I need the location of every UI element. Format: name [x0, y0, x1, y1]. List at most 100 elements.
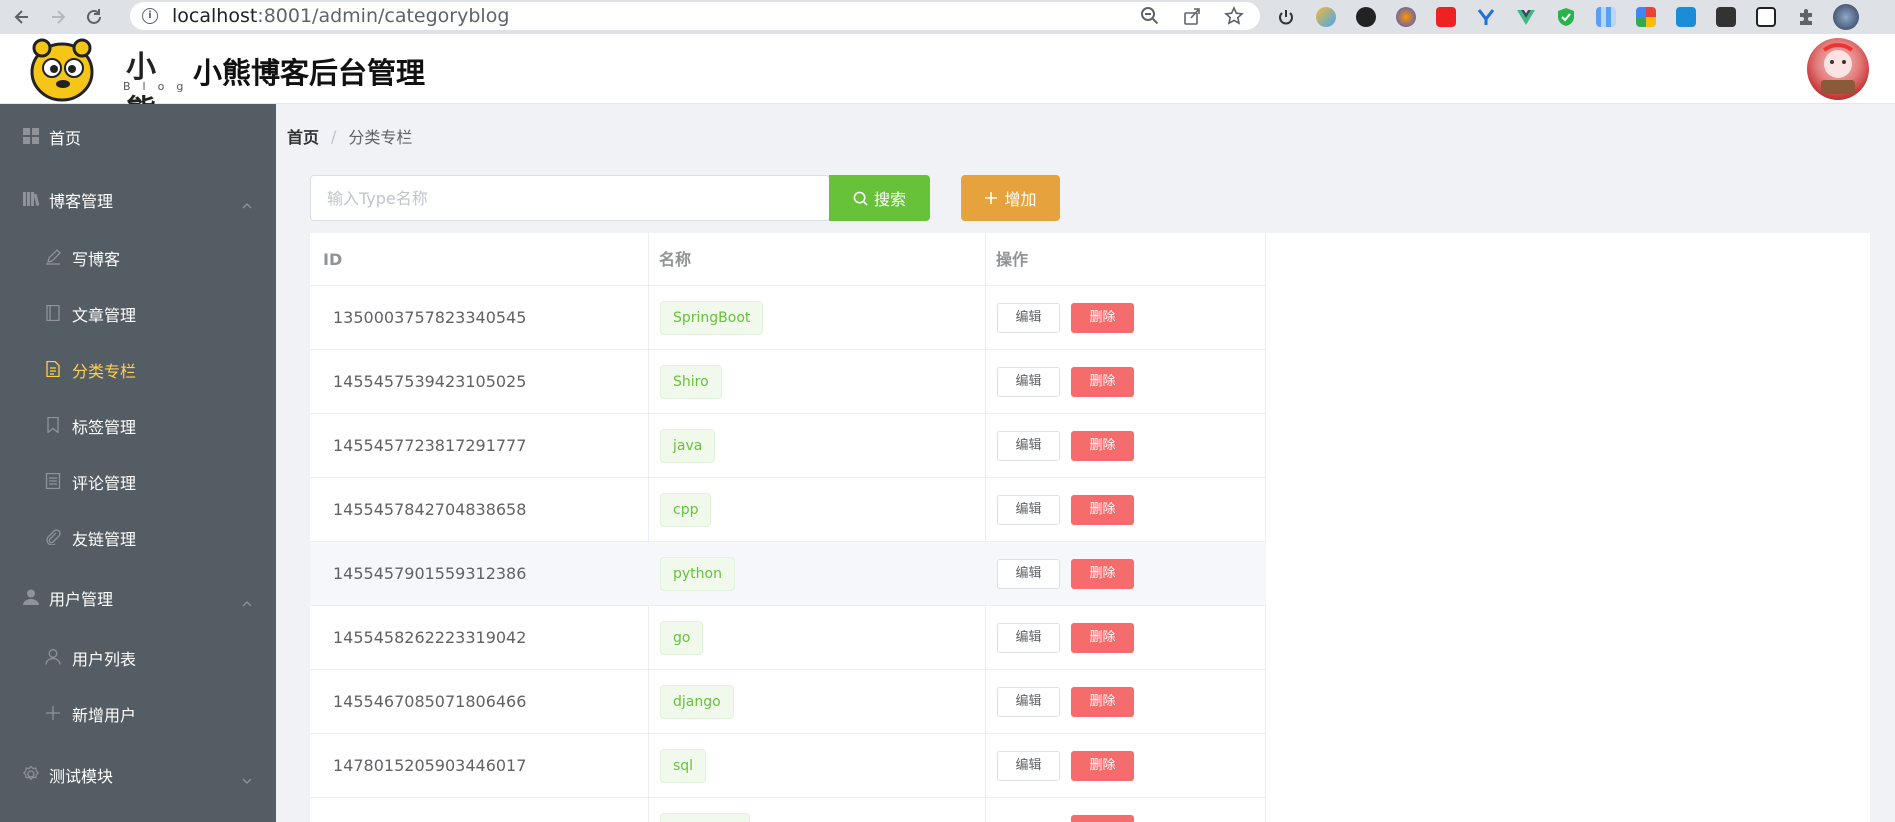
sidebar: 首页 博客管理 写博客 文章管理 分类专栏 标签管理 评论管理 友链管理 用户管…	[0, 104, 276, 822]
add-button-label: 增加	[1004, 192, 1037, 209]
sidebar-item-categories[interactable]: 分类专栏	[0, 342, 276, 398]
delete-button[interactable]: 删除	[1071, 495, 1134, 525]
muse-extension-icon[interactable]	[1752, 3, 1780, 31]
vue-extension-icon[interactable]	[1512, 3, 1540, 31]
table-row[interactable]: 1455457842704838658 cpp 编辑 删除	[310, 478, 1266, 542]
edit-button[interactable]: 编辑	[997, 751, 1060, 781]
delete-button[interactable]: 删除	[1071, 303, 1134, 333]
puzzle-extensions-icon[interactable]	[1792, 3, 1820, 31]
delete-button[interactable]: 删除	[1071, 623, 1134, 653]
delete-button[interactable]: 删除	[1071, 751, 1134, 781]
sidebar-item-user-management[interactable]: 用户管理	[0, 570, 276, 626]
sidebar-item-links[interactable]: 友链管理	[0, 510, 276, 566]
t-extension-icon[interactable]	[1672, 3, 1700, 31]
table-row-partial[interactable]	[310, 798, 1266, 822]
category-tag: SpringBoot	[660, 301, 764, 335]
category-tag: python	[660, 557, 735, 591]
sidebar-item-label: 分类专栏	[72, 362, 137, 381]
sidebar-item-test-module[interactable]: 测试模块	[0, 747, 276, 803]
search-button[interactable]: 搜索	[829, 175, 930, 221]
table-row[interactable]: 1350003757823340545 SpringBoot 编辑 删除	[310, 286, 1266, 350]
edit-button[interactable]: 编辑	[997, 559, 1060, 589]
url-text[interactable]: localhost:8001/admin/categoryblog	[172, 5, 509, 27]
firefox-extension-icon[interactable]	[1392, 3, 1420, 31]
sidebar-item-articles[interactable]: 文章管理	[0, 286, 276, 342]
breadcrumb-home[interactable]: 首页	[287, 124, 319, 148]
grid-extension-icon[interactable]	[1592, 3, 1620, 31]
sidebar-item-label: 测试模块	[49, 767, 114, 786]
plus-icon	[45, 705, 63, 723]
dashboard-icon	[23, 128, 41, 146]
add-button[interactable]: 增加	[961, 175, 1060, 221]
back-icon[interactable]	[8, 3, 36, 31]
power-extension-icon[interactable]	[1272, 3, 1300, 31]
chevron-down-icon	[242, 770, 252, 784]
category-table: ID 名称 操作 1350003757823340545 SpringBoot …	[310, 233, 1870, 822]
column-header-name: 名称	[659, 250, 692, 269]
edit-button[interactable]: 编辑	[997, 303, 1060, 333]
edit-button[interactable]: 编辑	[997, 687, 1060, 717]
forward-icon[interactable]	[44, 3, 72, 31]
category-tag: Shiro	[660, 365, 722, 399]
logo[interactable]: 小熊 Blog	[28, 36, 183, 129]
category-tag-partial	[660, 813, 750, 822]
profile-avatar-icon[interactable]	[1832, 3, 1860, 31]
delete-button[interactable]: 删除	[1071, 431, 1134, 461]
colors-extension-icon[interactable]	[1632, 3, 1660, 31]
sidebar-item-add-user[interactable]: 新增用户	[0, 686, 276, 742]
breadcrumb-separator: /	[331, 126, 337, 146]
check-shield-extension-icon[interactable]	[1552, 3, 1580, 31]
y-extension-icon[interactable]	[1472, 3, 1500, 31]
table-row[interactable]: 1478015205903446017 sql 编辑 删除	[310, 734, 1266, 798]
sidebar-item-write-blog[interactable]: 写博客	[0, 230, 276, 286]
infinity-extension-icon[interactable]	[1352, 3, 1380, 31]
sidebar-item-label: 标签管理	[72, 418, 137, 437]
table-header: ID 名称 操作	[310, 233, 1266, 286]
address-bar[interactable]: i localhost:8001/admin/categoryblog	[130, 2, 1260, 30]
chevron-up-icon	[242, 593, 252, 607]
delete-button[interactable]: 删除	[1071, 367, 1134, 397]
table-row[interactable]: 1455457723817291777 java 编辑 删除	[310, 414, 1266, 478]
sidebar-item-user-list[interactable]: 用户列表	[0, 630, 276, 686]
zoom-icon[interactable]	[1140, 6, 1160, 26]
user-avatar[interactable]	[1807, 38, 1869, 100]
edit-button[interactable]: 编辑	[997, 495, 1060, 525]
edit-icon	[45, 249, 63, 267]
sidebar-item-label: 新增用户	[72, 706, 137, 725]
edit-button[interactable]: 编辑	[997, 431, 1060, 461]
table-row[interactable]: 1455457901559312386 python 编辑 删除	[310, 542, 1266, 606]
category-tag: go	[660, 621, 704, 655]
reload-icon[interactable]	[80, 3, 108, 31]
delete-button[interactable]: 删除	[1071, 559, 1134, 589]
sidebar-item-label: 写博客	[72, 250, 121, 269]
bookmark-star-icon[interactable]	[1224, 6, 1244, 26]
list-icon	[45, 472, 63, 491]
shield-extension-icon[interactable]	[1312, 3, 1340, 31]
delete-button[interactable]: 删除	[1071, 687, 1134, 717]
x-extension-icon[interactable]	[1712, 3, 1740, 31]
delete-button-partial[interactable]	[1071, 815, 1134, 822]
site-info-icon[interactable]: i	[142, 8, 158, 24]
sidebar-item-blog-management[interactable]: 博客管理	[0, 172, 276, 228]
table-row[interactable]: 1455458262223319042 go 编辑 删除	[310, 606, 1266, 670]
column-header-actions: 操作	[996, 250, 1029, 269]
avatar-image-icon	[1821, 43, 1855, 94]
fe-extension-icon[interactable]	[1432, 3, 1460, 31]
breadcrumb: 首页 / 分类专栏	[287, 124, 412, 148]
search-input[interactable]	[310, 175, 830, 221]
search-icon	[853, 191, 868, 206]
table-row[interactable]: 1455457539423105025 Shiro 编辑 删除	[310, 350, 1266, 414]
browser-toolbar: i localhost:8001/admin/categoryblog	[0, 0, 1895, 34]
share-icon[interactable]	[1182, 6, 1202, 26]
document-icon	[45, 360, 63, 379]
edit-button[interactable]: 编辑	[997, 623, 1060, 653]
sidebar-item-label: 用户管理	[49, 590, 114, 609]
sidebar-item-home[interactable]: 首页	[0, 109, 276, 165]
sidebar-item-comments[interactable]: 评论管理	[0, 454, 276, 510]
logo-subtext: Blog	[123, 80, 196, 93]
sidebar-item-label: 首页	[49, 129, 82, 148]
edit-button[interactable]: 编辑	[997, 367, 1060, 397]
sidebar-item-tags[interactable]: 标签管理	[0, 398, 276, 454]
table-row[interactable]: 1455467085071806466 django 编辑 删除	[310, 670, 1266, 734]
app-header: 小熊 Blog 小熊博客后台管理	[0, 34, 1895, 129]
